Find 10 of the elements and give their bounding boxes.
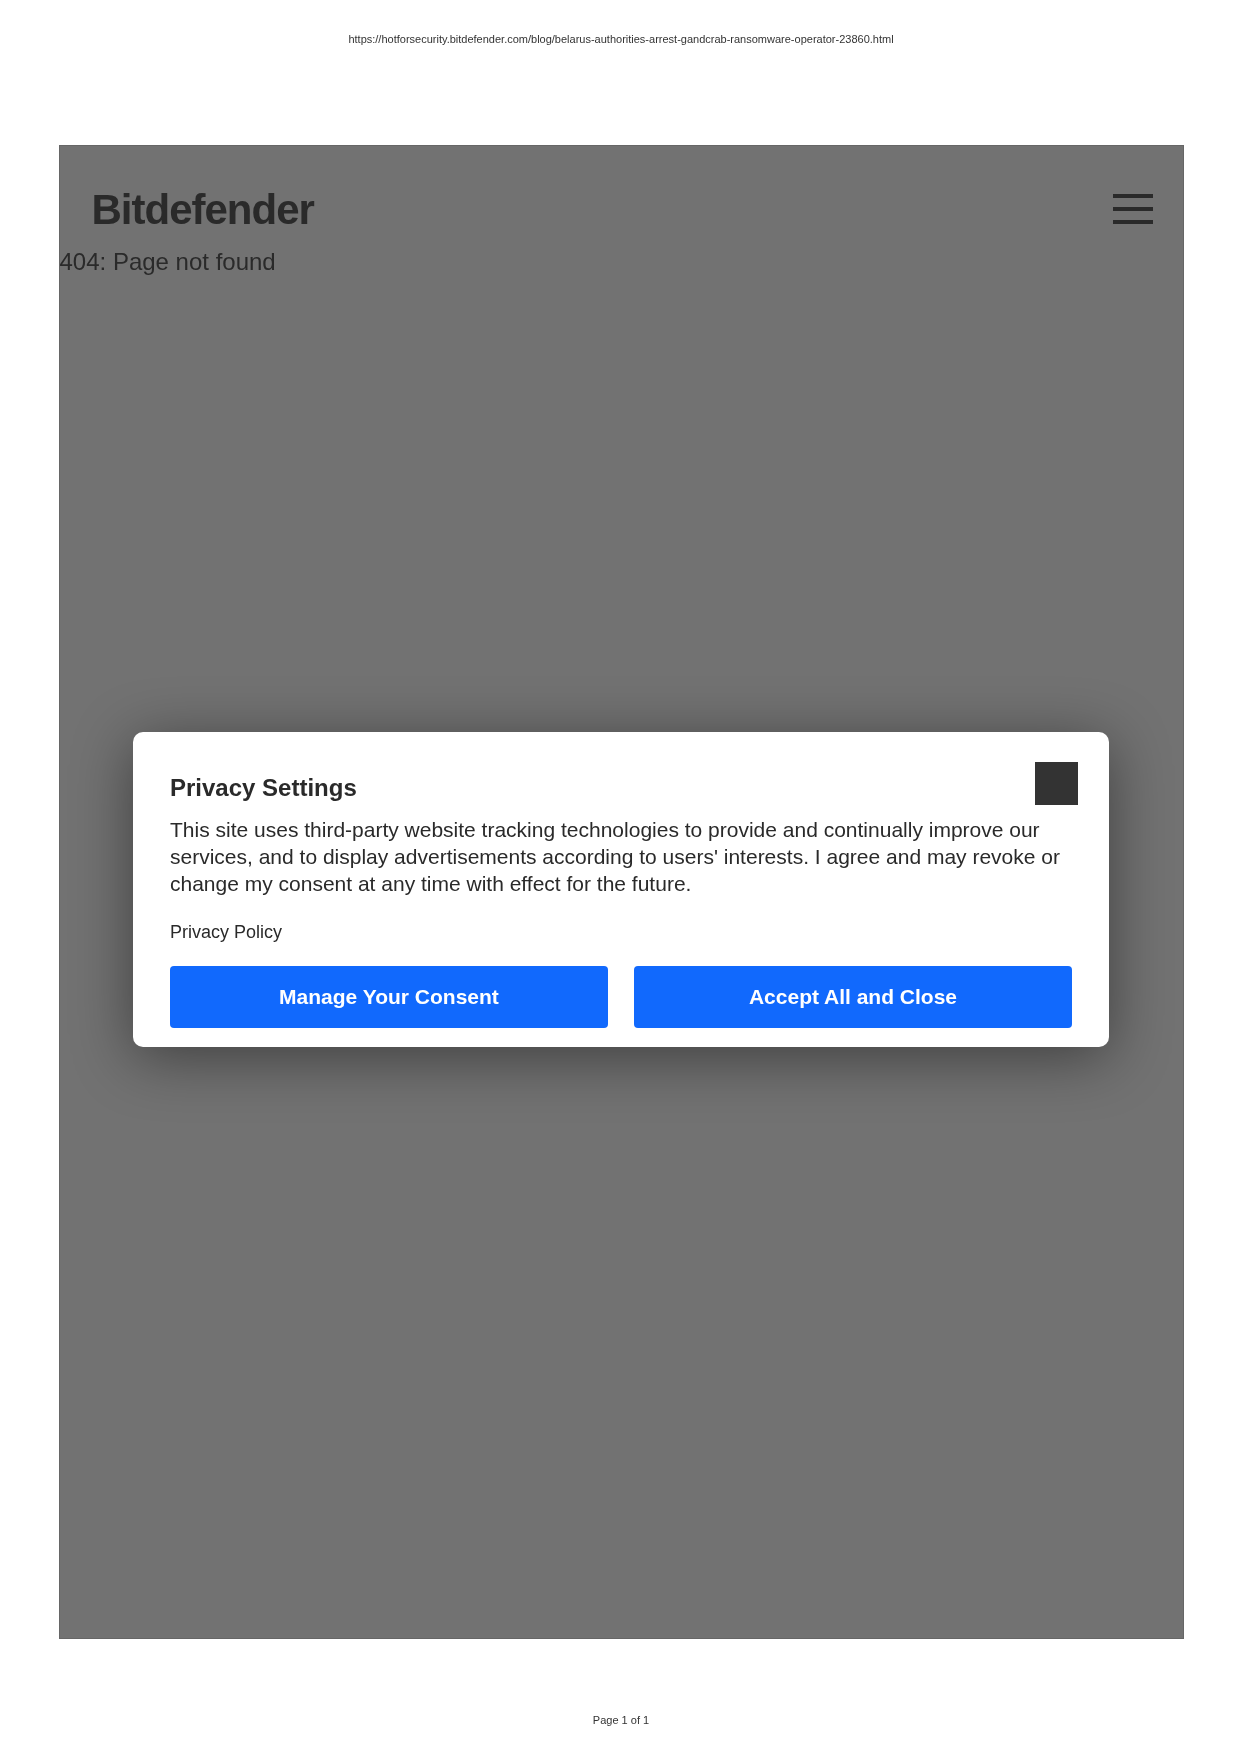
page-url: https://hotforsecurity.bitdefender.com/blog/belarus-authorities-arrest-gandcrab-ransomware-operator-23860.html — [348, 31, 894, 47]
error-message: 404: Page not found — [59, 248, 276, 275]
consent-button[interactable]: Manage Your Consent — [170, 966, 608, 1028]
menu-icon[interactable] — [1112, 193, 1153, 225]
dialog-title: Privacy Settings — [170, 773, 357, 803]
privacy-policy-link[interactable]: Privacy Policy — [170, 922, 283, 942]
consent-button[interactable]: Accept All and Close — [634, 966, 1072, 1028]
site-logo[interactable]: Bitdefender — [91, 177, 314, 241]
page-number: Page 1 of 1 — [592, 1714, 650, 1726]
dialog-body: This site uses third-party website tracking technologies to provide and continually improve our services, and to display advertisements according to users' interests. I agree and may revoke or change my consent at any time with effect for the future. — [170, 817, 1061, 897]
